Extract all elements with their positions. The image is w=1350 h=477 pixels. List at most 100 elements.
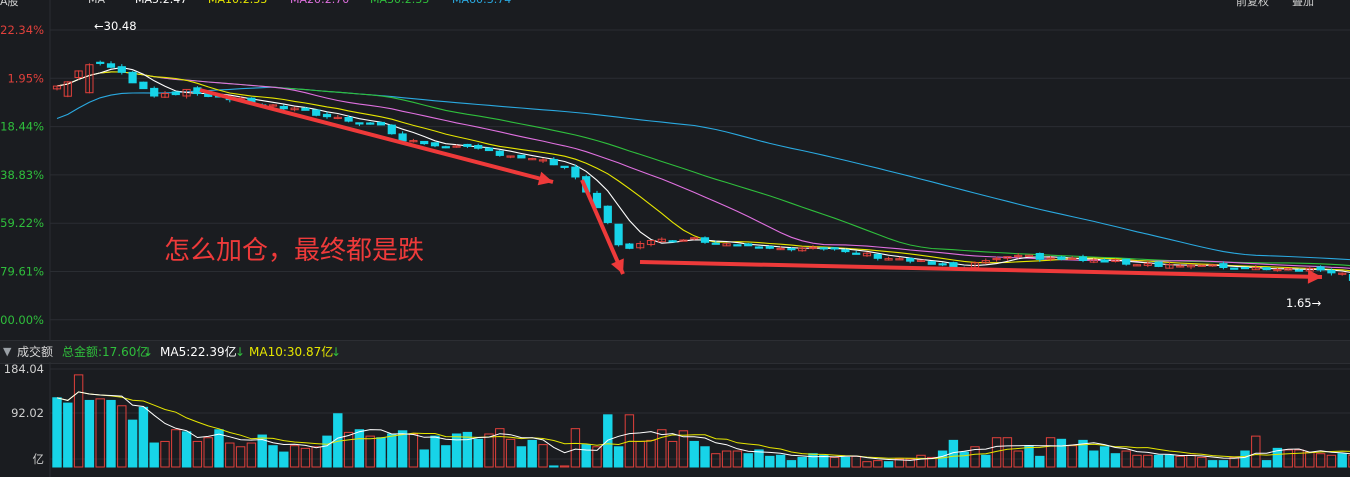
candle bbox=[1284, 267, 1293, 271]
y-tick-label: 亿 bbox=[33, 452, 45, 466]
candle bbox=[52, 85, 62, 91]
candle bbox=[657, 237, 666, 243]
y-tick-label: 92.02 bbox=[11, 406, 44, 420]
candle-body bbox=[495, 150, 504, 156]
volume-bar bbox=[1143, 454, 1153, 468]
volume-bar bbox=[1067, 445, 1077, 468]
volume-bar bbox=[873, 460, 883, 468]
candle-body bbox=[441, 146, 450, 149]
candle-body bbox=[603, 205, 612, 223]
volume-bar bbox=[711, 453, 721, 468]
chevron-down-icon[interactable]: ▼ bbox=[3, 341, 11, 363]
volume-bar bbox=[1153, 454, 1164, 468]
volume-bar bbox=[268, 445, 278, 468]
candle bbox=[1176, 263, 1185, 268]
candle-body bbox=[279, 105, 288, 110]
volume-bar bbox=[786, 460, 797, 468]
candle bbox=[733, 244, 742, 247]
volume-bar bbox=[1261, 460, 1272, 468]
volume-bar bbox=[981, 454, 991, 468]
candle bbox=[160, 90, 170, 98]
volume-bar bbox=[387, 433, 397, 468]
candle bbox=[474, 143, 483, 150]
candle-body bbox=[733, 244, 742, 247]
volume-ma5-arrow: ↓ bbox=[235, 345, 246, 359]
candle-body bbox=[873, 253, 882, 259]
volume-bar bbox=[127, 419, 138, 468]
volume-bar bbox=[376, 437, 386, 468]
volume-bar bbox=[73, 374, 84, 468]
candle bbox=[430, 142, 440, 148]
y-tick-label: 1.95% bbox=[7, 71, 44, 85]
volume-bar bbox=[1326, 454, 1337, 468]
volume-bar bbox=[527, 439, 537, 468]
volume-bar bbox=[1110, 453, 1121, 468]
candle bbox=[1186, 264, 1196, 270]
volume-bar bbox=[1089, 450, 1099, 468]
candle-body bbox=[376, 121, 386, 126]
candle-body bbox=[1035, 252, 1044, 260]
candle bbox=[106, 61, 116, 69]
volume-bar bbox=[959, 451, 969, 468]
candle bbox=[506, 155, 515, 159]
volume-bar bbox=[441, 445, 451, 468]
volume-bar bbox=[570, 428, 581, 468]
volume-bar bbox=[1315, 453, 1326, 468]
candle bbox=[754, 246, 764, 249]
candle bbox=[852, 250, 861, 255]
volume-bar bbox=[613, 446, 624, 468]
volume-ma10: MA10:30.87亿 bbox=[249, 345, 334, 359]
volume-bar bbox=[1164, 454, 1175, 468]
max-price-label: ←30.48 bbox=[94, 19, 137, 33]
volume-bar bbox=[808, 453, 818, 468]
candle-body bbox=[1154, 261, 1163, 267]
candle-body bbox=[938, 263, 947, 266]
candle-body bbox=[1057, 256, 1066, 260]
candle bbox=[916, 259, 926, 263]
candle bbox=[625, 242, 634, 250]
candle-body bbox=[1262, 267, 1271, 271]
volume-bar bbox=[138, 406, 149, 468]
candle bbox=[182, 88, 191, 99]
candle bbox=[873, 253, 882, 261]
volume-bar bbox=[408, 433, 419, 468]
candle-body bbox=[366, 122, 375, 125]
volume-bar bbox=[851, 455, 861, 468]
volume-bar bbox=[1056, 438, 1067, 468]
candle-body bbox=[1230, 267, 1239, 270]
volume-bar bbox=[559, 465, 570, 468]
candle bbox=[420, 140, 429, 145]
annotation-text: 怎么加仓，最终都是跌 bbox=[164, 236, 424, 266]
candle-body bbox=[463, 143, 472, 147]
candle bbox=[63, 81, 72, 98]
candle-body bbox=[430, 142, 440, 147]
volume-bar bbox=[52, 397, 62, 468]
candle-body bbox=[700, 237, 710, 243]
candle-body bbox=[744, 243, 753, 247]
volume-bar bbox=[862, 461, 872, 468]
volume-bar bbox=[225, 442, 235, 468]
volume-bar bbox=[1251, 435, 1261, 468]
candle bbox=[96, 60, 105, 66]
volume-bar bbox=[343, 431, 354, 468]
candle bbox=[808, 245, 818, 250]
candle-body bbox=[322, 113, 332, 118]
volume-bar bbox=[1132, 454, 1142, 468]
candle bbox=[830, 247, 839, 251]
min-price-label: 1.65→ bbox=[1286, 296, 1322, 310]
ma-line-ma60 bbox=[56, 86, 1350, 261]
kline-chart: 22.34% 1.95% -18.44% -38.83% -59.22% -79.61% -… bbox=[0, 0, 1350, 340]
candle bbox=[171, 90, 180, 96]
candle-body bbox=[571, 166, 580, 178]
candle bbox=[744, 242, 753, 247]
candle-body bbox=[560, 165, 569, 168]
volume-total-arrow: ↓ bbox=[143, 345, 154, 359]
candle bbox=[1338, 272, 1347, 276]
candle-body bbox=[906, 258, 915, 262]
candle bbox=[150, 86, 159, 98]
candle-body bbox=[517, 154, 526, 159]
volume-bar bbox=[700, 446, 710, 468]
candle bbox=[463, 143, 472, 149]
candle-body bbox=[614, 223, 623, 246]
volume-bar bbox=[1045, 437, 1056, 468]
